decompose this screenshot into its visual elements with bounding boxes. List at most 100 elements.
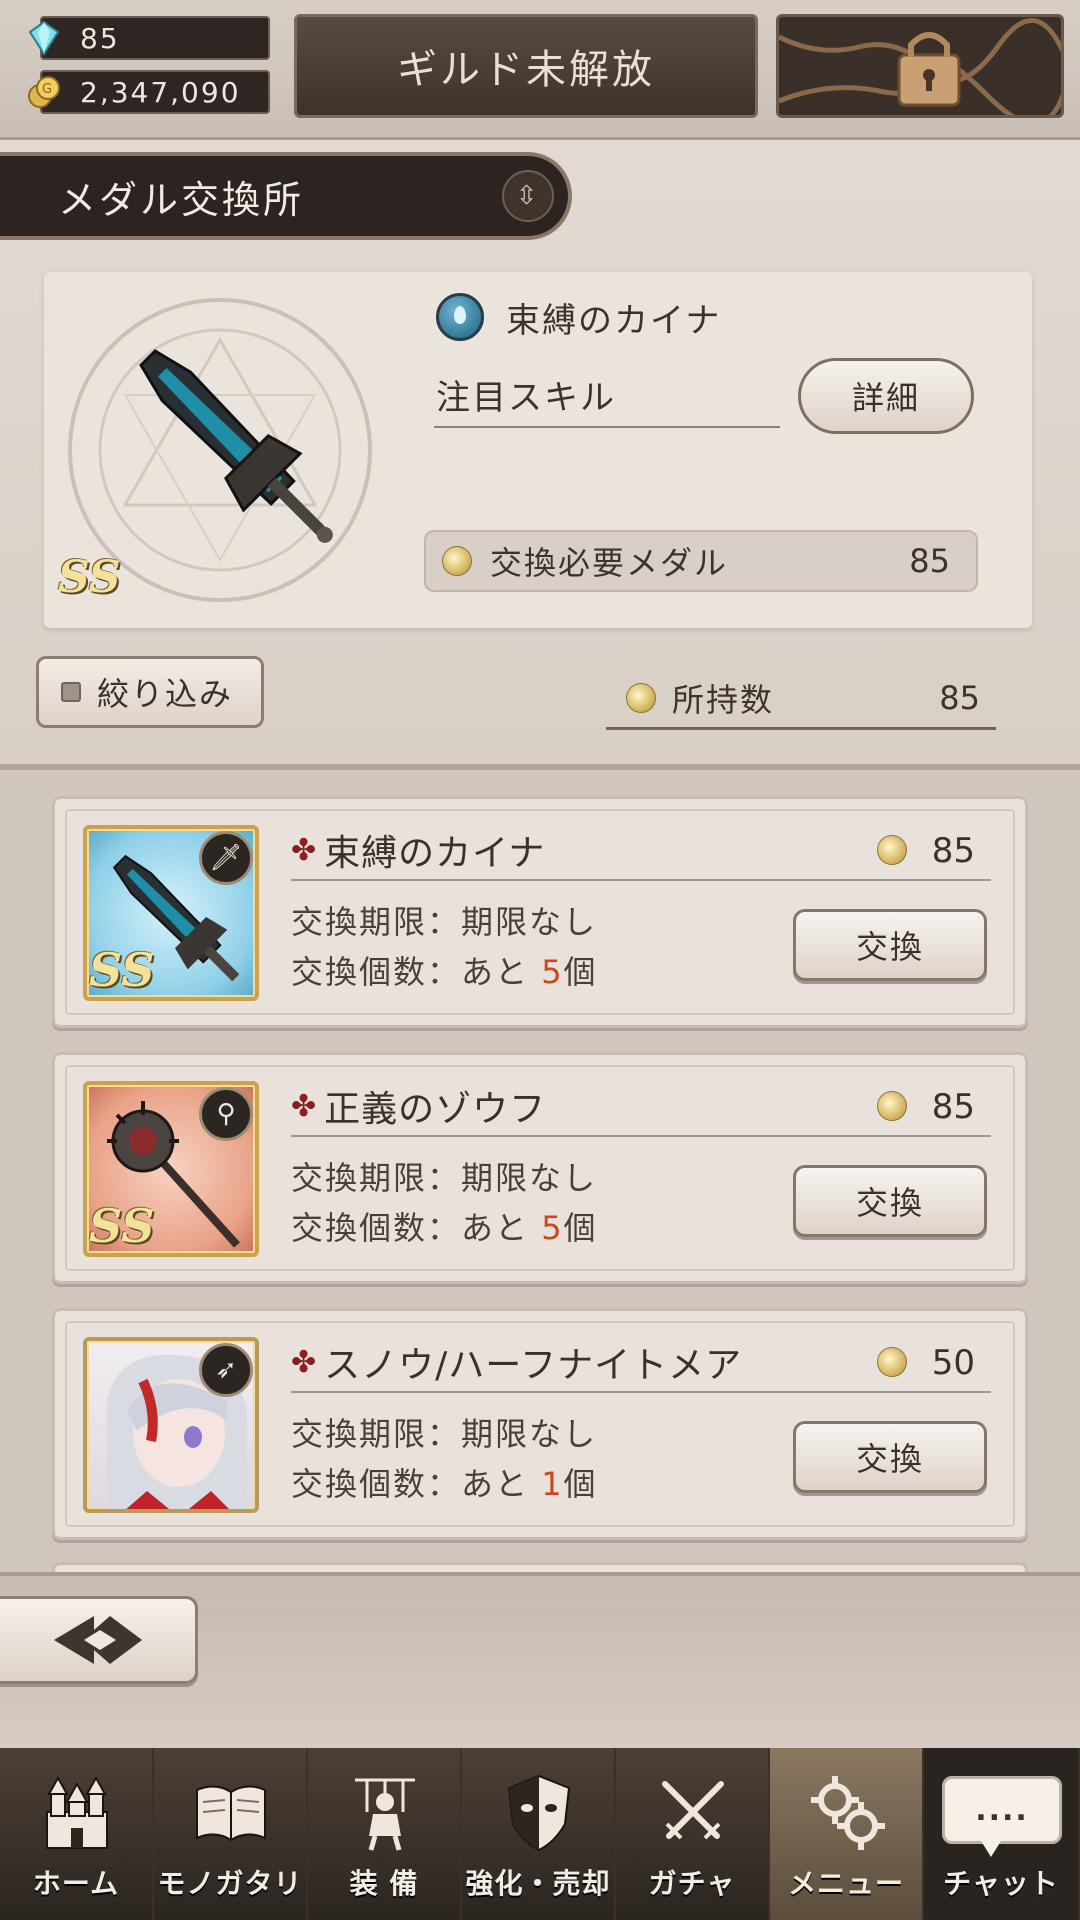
puppet-icon xyxy=(355,1778,415,1851)
chevron-updown-icon: ⇳ xyxy=(515,181,541,211)
detail-button[interactable]: 詳細 xyxy=(798,358,974,434)
section-header: メダル交換所 ⇳ xyxy=(0,152,572,240)
remaining-count: 5 xyxy=(541,953,564,991)
exchange-button[interactable]: 交換 xyxy=(793,909,987,981)
item-cost: 85 xyxy=(931,1087,975,1127)
item-thumbnail[interactable]: 🗡 SS xyxy=(83,825,259,1001)
cross-ornament-icon: ✤ xyxy=(291,1088,317,1124)
item-name: 正義のゾウフ xyxy=(324,1089,547,1130)
exchange-remaining: 交換個数：あと 5個 xyxy=(291,1203,598,1249)
exchange-remaining: 交換個数：あと 5個 xyxy=(291,947,598,993)
chain-lock-icon xyxy=(779,18,1061,115)
exchange-button[interactable]: 交換 xyxy=(793,1165,987,1237)
exchange-item[interactable] xyxy=(52,1562,1028,1572)
sword-icon: 🗡 xyxy=(199,831,253,885)
tab-label: ガチャ xyxy=(648,1867,736,1900)
tab-label: メニュー xyxy=(787,1867,904,1900)
tab-home[interactable]: ホーム xyxy=(0,1748,154,1920)
exchange-deadline: 交換期限：期限なし xyxy=(291,1159,598,1197)
locked-feature-button[interactable] xyxy=(776,14,1064,118)
gold-counter: G 2,347,090 xyxy=(28,70,270,114)
filter-button[interactable]: 絞り込み xyxy=(36,656,264,728)
item-cost: 50 xyxy=(931,1343,975,1383)
remaining-prefix: 交換個数：あと xyxy=(291,953,542,991)
tab-chat[interactable]: .... チャット xyxy=(924,1748,1080,1920)
staff-icon: ⚲ xyxy=(199,1087,253,1141)
exchange-button[interactable]: 交換 xyxy=(793,1421,987,1493)
gem-icon xyxy=(28,20,60,56)
tab-label: 強化・売却 xyxy=(465,1867,611,1900)
rank-badge: SS xyxy=(89,1199,155,1253)
item-thumbnail[interactable]: ⚲ SS xyxy=(83,1081,259,1257)
tab-menu[interactable]: メニュー xyxy=(770,1748,924,1920)
tab-equipment[interactable]: 装 備 xyxy=(308,1748,462,1920)
medal-icon xyxy=(877,1347,907,1377)
tab-enhance-sell[interactable]: 強化・売却 xyxy=(462,1748,616,1920)
crossed-swords-icon xyxy=(662,1781,724,1840)
shield-mask-icon xyxy=(507,1774,571,1852)
sort-toggle-button[interactable]: ⇳ xyxy=(502,170,554,222)
exchange-deadline: 交換期限：期限なし xyxy=(291,1415,598,1453)
remaining-count: 5 xyxy=(541,1209,564,1247)
chat-bubble-icon: .... xyxy=(942,1776,1062,1857)
required-medal-bar: 交換必要メダル 85 xyxy=(424,530,978,592)
item-name: スノウ/ハーフナイトメア xyxy=(324,1345,743,1386)
back-arrow-icon xyxy=(53,1616,142,1664)
medal-icon xyxy=(442,546,472,576)
bow-icon: ➶ xyxy=(199,1343,253,1397)
exchange-deadline: 交換期限：期限なし xyxy=(291,903,598,941)
filter-checkbox-icon xyxy=(61,682,81,702)
book-icon xyxy=(196,1785,266,1842)
remaining-suffix: 個 xyxy=(563,1465,598,1503)
item-title-row: ✤ 束縛のカイナ 85 xyxy=(291,821,991,881)
guild-button[interactable]: ギルド未解放 xyxy=(294,14,758,118)
owned-value: 85 xyxy=(939,678,980,717)
top-bar: 85 G 2,347,090 ギルド未解放 xyxy=(0,0,1080,140)
medal-icon xyxy=(877,1091,907,1121)
exchange-list[interactable]: 🗡 SS ✤ 束縛のカイナ 85 交換期限：期限なし 交換個数：あと 5個 交換 xyxy=(0,770,1080,1572)
required-medal-value: 85 xyxy=(909,542,950,580)
medal-icon xyxy=(877,835,907,865)
tab-label: モノガタリ xyxy=(157,1867,303,1900)
item-title-row: ✤ スノウ/ハーフナイトメア 50 xyxy=(291,1333,991,1393)
rank-badge: SS xyxy=(58,552,121,603)
section-title: メダル交換所 xyxy=(58,177,305,222)
item-name: 束縛のカイナ xyxy=(324,833,546,874)
item-cost: 85 xyxy=(931,831,975,871)
gears-icon xyxy=(811,1776,885,1850)
gem-counter: 85 xyxy=(28,16,270,60)
filter-label: 絞り込み xyxy=(97,675,234,713)
water-element-icon xyxy=(436,293,484,341)
gold-coin-icon: G xyxy=(28,76,60,108)
owned-medals: 所持数 85 xyxy=(606,668,996,730)
featured-skill-label: 注目スキル xyxy=(434,370,780,428)
exchange-item[interactable]: ⚲ SS ✤ 正義のゾウフ 85 交換期限：期限なし 交換個数：あと 5個 交換 xyxy=(52,1052,1028,1284)
tab-label: 装 備 xyxy=(349,1867,419,1900)
gem-count: 85 xyxy=(80,21,120,55)
svg-text:G: G xyxy=(42,82,54,97)
back-button[interactable] xyxy=(0,1596,198,1684)
tab-story[interactable]: モノガタリ xyxy=(154,1748,308,1920)
castle-icon xyxy=(46,1775,108,1849)
remaining-prefix: 交換個数：あと xyxy=(291,1465,542,1503)
medal-exchange-screen: 85 G 2,347,090 ギルド未解放 メダル交換所 ⇳ SS 束縛のカイナ… xyxy=(0,0,1080,1920)
bottom-navigation: ホーム モノガタリ 装 備 強化・売却 ガチャ メニュー .... チャット xyxy=(0,1748,1080,1920)
medal-icon xyxy=(626,682,656,713)
remaining-count: 1 xyxy=(541,1465,564,1503)
preview-item-name: 束縛のカイナ xyxy=(506,300,722,341)
exchange-item[interactable]: 🗡 SS ✤ 束縛のカイナ 85 交換期限：期限なし 交換個数：あと 5個 交換 xyxy=(52,796,1028,1028)
tab-label: チャット xyxy=(943,1867,1059,1900)
item-thumbnail[interactable]: ➶ xyxy=(83,1337,259,1513)
required-medal-label: 交換必要メダル xyxy=(490,544,729,582)
tab-gacha[interactable]: ガチャ xyxy=(616,1748,770,1920)
cross-ornament-icon: ✤ xyxy=(291,832,317,868)
remaining-suffix: 個 xyxy=(563,953,598,991)
remaining-suffix: 個 xyxy=(563,1209,598,1247)
exchange-item[interactable]: ➶ ✤ スノウ/ハーフナイトメア 50 交換期限：期限なし 交換個数：あと 1個… xyxy=(52,1308,1028,1540)
weapon-image xyxy=(139,349,333,543)
rank-badge: SS xyxy=(89,943,155,997)
owned-label: 所持数 xyxy=(672,680,775,719)
cross-ornament-icon: ✤ xyxy=(291,1344,317,1380)
preview-name-row: 束縛のカイナ xyxy=(436,292,936,342)
remaining-prefix: 交換個数：あと xyxy=(291,1209,542,1247)
